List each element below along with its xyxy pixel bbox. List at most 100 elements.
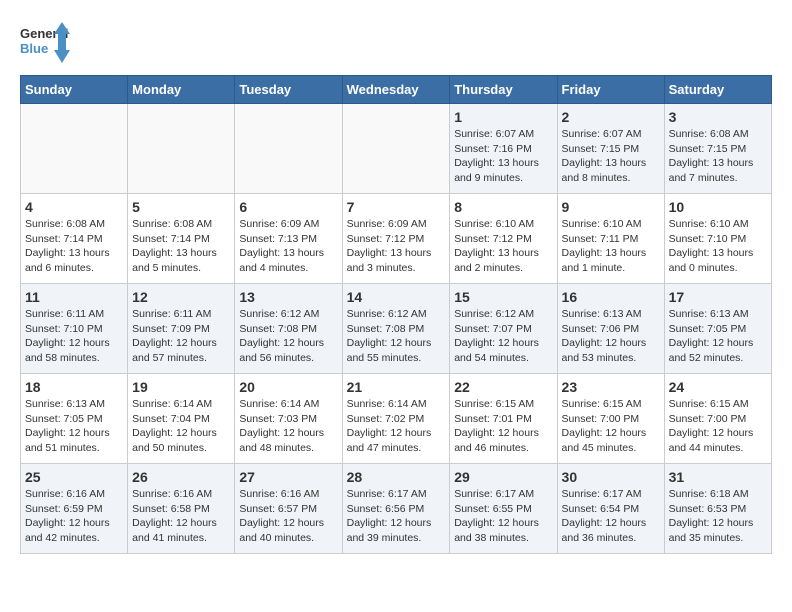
day-number: 21 bbox=[347, 379, 446, 395]
day-number: 26 bbox=[132, 469, 230, 485]
day-info: Sunrise: 6:17 AM Sunset: 6:55 PM Dayligh… bbox=[454, 487, 552, 546]
week-row-2: 4 Sunrise: 6:08 AM Sunset: 7:14 PM Daylig… bbox=[21, 194, 772, 284]
day-info: Sunrise: 6:09 AM Sunset: 7:13 PM Dayligh… bbox=[239, 217, 337, 276]
calendar-cell: 5Sunrise: 6:08 AM Sunset: 7:14 PM Daylig… bbox=[128, 194, 235, 284]
day-info: Sunrise: 6:10 AM Sunset: 7:12 PM Dayligh… bbox=[454, 217, 552, 276]
day-info: Sunrise: 6:11 AM Sunset: 7:09 PM Dayligh… bbox=[132, 307, 230, 366]
calendar-cell: 6 Sunrise: 6:09 AM Sunset: 7:13 PM Daylig… bbox=[235, 194, 342, 284]
calendar-cell: 18 Sunrise: 6:13 AM Sunset: 7:05 PM Dayli… bbox=[21, 374, 128, 464]
col-header-thursday: Thursday bbox=[450, 76, 557, 104]
day-number: 18 bbox=[25, 379, 123, 395]
week-row-3: 11Sunrise: 6:11 AM Sunset: 7:10 PM Dayli… bbox=[21, 284, 772, 374]
calendar-cell: 7Sunrise: 6:09 AM Sunset: 7:12 PM Daylig… bbox=[342, 194, 450, 284]
day-number: 11 bbox=[25, 289, 123, 305]
day-info: Sunrise: 6:12 AM Sunset: 7:08 PM Dayligh… bbox=[239, 307, 337, 366]
calendar-cell: 25 Sunrise: 6:16 AM Sunset: 6:59 PM Dayli… bbox=[21, 464, 128, 554]
day-number: 22 bbox=[454, 379, 552, 395]
calendar-cell: 2 Sunrise: 6:07 AM Sunset: 7:15 PM Daylig… bbox=[557, 104, 664, 194]
week-row-1: 1 Sunrise: 6:07 AM Sunset: 7:16 PM Daylig… bbox=[21, 104, 772, 194]
col-header-saturday: Saturday bbox=[664, 76, 771, 104]
day-number: 7 bbox=[347, 199, 446, 215]
col-header-friday: Friday bbox=[557, 76, 664, 104]
day-number: 3 bbox=[669, 109, 767, 125]
day-number: 20 bbox=[239, 379, 337, 395]
day-number: 1 bbox=[454, 109, 552, 125]
calendar-cell: 8 Sunrise: 6:10 AM Sunset: 7:12 PM Daylig… bbox=[450, 194, 557, 284]
day-info: Sunrise: 6:15 AM Sunset: 7:01 PM Dayligh… bbox=[454, 397, 552, 456]
day-number: 31 bbox=[669, 469, 767, 485]
col-header-sunday: Sunday bbox=[21, 76, 128, 104]
calendar-cell: 14 Sunrise: 6:12 AM Sunset: 7:08 PM Dayli… bbox=[342, 284, 450, 374]
week-row-4: 18 Sunrise: 6:13 AM Sunset: 7:05 PM Dayli… bbox=[21, 374, 772, 464]
day-number: 25 bbox=[25, 469, 123, 485]
calendar-cell: 1 Sunrise: 6:07 AM Sunset: 7:16 PM Daylig… bbox=[450, 104, 557, 194]
svg-text:Blue: Blue bbox=[20, 41, 48, 56]
day-number: 23 bbox=[562, 379, 660, 395]
logo-svg: General Blue bbox=[20, 20, 70, 65]
day-number: 28 bbox=[347, 469, 446, 485]
calendar-table: SundayMondayTuesdayWednesdayThursdayFrid… bbox=[20, 75, 772, 554]
day-info: Sunrise: 6:13 AM Sunset: 7:06 PM Dayligh… bbox=[562, 307, 660, 366]
day-info: Sunrise: 6:16 AM Sunset: 6:57 PM Dayligh… bbox=[239, 487, 337, 546]
day-info: Sunrise: 6:14 AM Sunset: 7:02 PM Dayligh… bbox=[347, 397, 446, 456]
col-header-monday: Monday bbox=[128, 76, 235, 104]
day-number: 12 bbox=[132, 289, 230, 305]
day-number: 6 bbox=[239, 199, 337, 215]
calendar-cell: 31 Sunrise: 6:18 AM Sunset: 6:53 PM Dayli… bbox=[664, 464, 771, 554]
calendar-cell bbox=[128, 104, 235, 194]
calendar-cell bbox=[342, 104, 450, 194]
day-number: 24 bbox=[669, 379, 767, 395]
calendar-cell: 16 Sunrise: 6:13 AM Sunset: 7:06 PM Dayli… bbox=[557, 284, 664, 374]
calendar-cell: 28Sunrise: 6:17 AM Sunset: 6:56 PM Dayli… bbox=[342, 464, 450, 554]
calendar-cell: 26 Sunrise: 6:16 AM Sunset: 6:58 PM Dayli… bbox=[128, 464, 235, 554]
week-row-5: 25 Sunrise: 6:16 AM Sunset: 6:59 PM Dayli… bbox=[21, 464, 772, 554]
day-number: 4 bbox=[25, 199, 123, 215]
calendar-cell: 22 Sunrise: 6:15 AM Sunset: 7:01 PM Dayli… bbox=[450, 374, 557, 464]
day-info: Sunrise: 6:07 AM Sunset: 7:16 PM Dayligh… bbox=[454, 127, 552, 186]
header: General Blue bbox=[20, 20, 772, 65]
day-info: Sunrise: 6:16 AM Sunset: 6:58 PM Dayligh… bbox=[132, 487, 230, 546]
day-number: 15 bbox=[454, 289, 552, 305]
day-number: 27 bbox=[239, 469, 337, 485]
calendar-cell: 3Sunrise: 6:08 AM Sunset: 7:15 PM Daylig… bbox=[664, 104, 771, 194]
col-header-wednesday: Wednesday bbox=[342, 76, 450, 104]
calendar-cell bbox=[21, 104, 128, 194]
day-number: 14 bbox=[347, 289, 446, 305]
day-info: Sunrise: 6:14 AM Sunset: 7:03 PM Dayligh… bbox=[239, 397, 337, 456]
calendar-cell: 10Sunrise: 6:10 AM Sunset: 7:10 PM Dayli… bbox=[664, 194, 771, 284]
day-number: 13 bbox=[239, 289, 337, 305]
day-info: Sunrise: 6:18 AM Sunset: 6:53 PM Dayligh… bbox=[669, 487, 767, 546]
day-number: 30 bbox=[562, 469, 660, 485]
calendar-cell: 30 Sunrise: 6:17 AM Sunset: 6:54 PM Dayli… bbox=[557, 464, 664, 554]
calendar-cell: 11Sunrise: 6:11 AM Sunset: 7:10 PM Dayli… bbox=[21, 284, 128, 374]
logo: General Blue bbox=[20, 20, 70, 65]
calendar-cell: 12 Sunrise: 6:11 AM Sunset: 7:09 PM Dayli… bbox=[128, 284, 235, 374]
day-info: Sunrise: 6:16 AM Sunset: 6:59 PM Dayligh… bbox=[25, 487, 123, 546]
day-number: 8 bbox=[454, 199, 552, 215]
day-info: Sunrise: 6:13 AM Sunset: 7:05 PM Dayligh… bbox=[25, 397, 123, 456]
calendar-cell: 21 Sunrise: 6:14 AM Sunset: 7:02 PM Dayli… bbox=[342, 374, 450, 464]
calendar-cell: 24 Sunrise: 6:15 AM Sunset: 7:00 PM Dayli… bbox=[664, 374, 771, 464]
day-info: Sunrise: 6:17 AM Sunset: 6:54 PM Dayligh… bbox=[562, 487, 660, 546]
day-info: Sunrise: 6:13 AM Sunset: 7:05 PM Dayligh… bbox=[669, 307, 767, 366]
col-header-tuesday: Tuesday bbox=[235, 76, 342, 104]
day-number: 5 bbox=[132, 199, 230, 215]
day-info: Sunrise: 6:08 AM Sunset: 7:14 PM Dayligh… bbox=[25, 217, 123, 276]
day-info: Sunrise: 6:12 AM Sunset: 7:08 PM Dayligh… bbox=[347, 307, 446, 366]
calendar-cell bbox=[235, 104, 342, 194]
calendar-cell: 15Sunrise: 6:12 AM Sunset: 7:07 PM Dayli… bbox=[450, 284, 557, 374]
day-info: Sunrise: 6:07 AM Sunset: 7:15 PM Dayligh… bbox=[562, 127, 660, 186]
day-number: 9 bbox=[562, 199, 660, 215]
day-info: Sunrise: 6:10 AM Sunset: 7:11 PM Dayligh… bbox=[562, 217, 660, 276]
day-info: Sunrise: 6:15 AM Sunset: 7:00 PM Dayligh… bbox=[669, 397, 767, 456]
day-number: 16 bbox=[562, 289, 660, 305]
calendar-header-row: SundayMondayTuesdayWednesdayThursdayFrid… bbox=[21, 76, 772, 104]
calendar-cell: 19Sunrise: 6:14 AM Sunset: 7:04 PM Dayli… bbox=[128, 374, 235, 464]
calendar-cell: 13 Sunrise: 6:12 AM Sunset: 7:08 PM Dayli… bbox=[235, 284, 342, 374]
day-info: Sunrise: 6:14 AM Sunset: 7:04 PM Dayligh… bbox=[132, 397, 230, 456]
day-number: 29 bbox=[454, 469, 552, 485]
calendar-cell: 4 Sunrise: 6:08 AM Sunset: 7:14 PM Daylig… bbox=[21, 194, 128, 284]
day-number: 2 bbox=[562, 109, 660, 125]
day-number: 17 bbox=[669, 289, 767, 305]
calendar-cell: 20 Sunrise: 6:14 AM Sunset: 7:03 PM Dayli… bbox=[235, 374, 342, 464]
